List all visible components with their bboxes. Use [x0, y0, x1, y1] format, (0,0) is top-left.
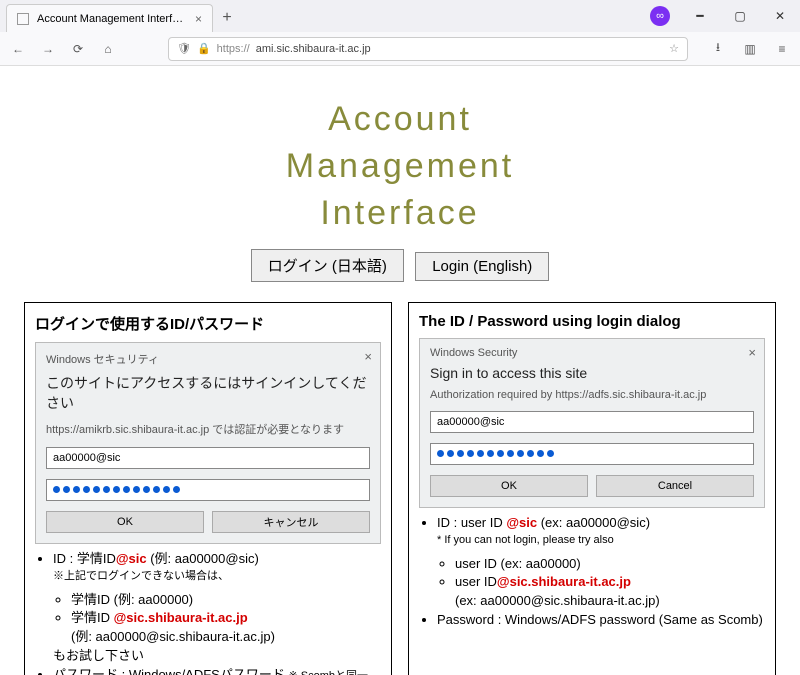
dialog-subtext: Authorization required by https://adfs.s… [430, 389, 754, 401]
url-host: ami.sic.shibaura-it.ac.jp [256, 43, 371, 55]
login-jp-button[interactable]: ログイン (日本語) [251, 249, 404, 282]
list-item: 学情ID @sic.shibaura-it.ac.jp(例: aa00000@s… [71, 609, 381, 647]
page-content: Account Management Interface ログイン (日本語) … [0, 66, 800, 675]
window-close-button[interactable]: ✕ [760, 0, 800, 32]
page-title: Account Management Interface [24, 96, 776, 237]
dialog-password-field[interactable] [430, 443, 754, 465]
library-icon[interactable]: ▥ [740, 39, 760, 59]
panel-title-jp: ログインで使用するID/パスワード [35, 313, 381, 334]
dialog-frame-title: Windows Security [430, 347, 754, 359]
dialog-close-icon[interactable]: × [364, 349, 372, 364]
reload-button[interactable]: ⟳ [68, 39, 88, 59]
list-item: user ID (ex: aa00000) [455, 555, 765, 574]
window-title-bar: Account Management Interface × + ∞ ━ ▢ ✕ [0, 0, 800, 32]
address-bar[interactable]: 🛡 🔒 https:// ami.sic.shibaura-it.ac.jp ☆ [168, 37, 688, 61]
window-minimize-button[interactable]: ━ [680, 0, 720, 32]
tab-favicon [17, 13, 29, 25]
dialog-heading: Sign in to access this site [430, 365, 754, 381]
login-info-panel-jp: ログインで使用するID/パスワード Windows セキュリティ × このサイト… [24, 302, 392, 675]
dialog-subtext: https://amikrb.sic.shibaura-it.ac.jp では認… [46, 421, 370, 437]
back-button[interactable]: ← [8, 39, 28, 59]
list-item: ID : 学情ID@sic (例: aa00000@sic) ※上記でログインで… [53, 550, 381, 666]
list-item: パスワード : Windows/ADFSパスワード ※ Scombと同一 [53, 666, 381, 675]
tab-close-icon[interactable]: × [195, 12, 202, 26]
browser-toolbar: ← → ⟳ ⌂ 🛡 🔒 https:// ami.sic.shibaura-it.… [0, 32, 800, 66]
save-icon[interactable]: ⭳ [708, 39, 728, 59]
list-item: 学情ID (例: aa00000) [71, 591, 381, 610]
hero-line-2: Management [24, 143, 776, 190]
dialog-cancel-button[interactable]: キャンセル [212, 511, 370, 533]
dialog-username-field[interactable]: aa00000@sic [430, 411, 754, 433]
bookmark-star-icon[interactable]: ☆ [669, 42, 679, 55]
tab-title: Account Management Interface [37, 13, 187, 25]
list-item: Password : Windows/ADFS password (Same a… [437, 611, 765, 630]
browser-tab[interactable]: Account Management Interface × [6, 4, 213, 32]
new-tab-button[interactable]: + [213, 4, 241, 32]
login-info-panel-en: The ID / Password using login dialog Win… [408, 302, 776, 675]
hero-line-1: Account [24, 96, 776, 143]
window-maximize-button[interactable]: ▢ [720, 0, 760, 32]
win-security-dialog-jp: Windows セキュリティ × このサイトにアクセスするにはサインインしてくだ… [35, 342, 381, 544]
home-button[interactable]: ⌂ [98, 39, 118, 59]
dialog-ok-button[interactable]: OK [46, 511, 204, 533]
dialog-frame-title: Windows セキュリティ [46, 351, 370, 367]
dialog-heading: このサイトにアクセスするにはサインインしてください [46, 373, 370, 413]
dialog-close-icon[interactable]: × [748, 345, 756, 360]
hero-line-3: Interface [24, 190, 776, 237]
lock-icon: 🔒 [197, 42, 211, 55]
dialog-ok-button[interactable]: OK [430, 475, 588, 497]
dialog-password-field[interactable] [46, 479, 370, 501]
extension-badge-icon[interactable]: ∞ [650, 6, 670, 26]
list-item: ID : user ID @sic (ex: aa00000@sic) * If… [437, 514, 765, 611]
login-en-button[interactable]: Login (English) [415, 252, 549, 281]
url-prefix: https:// [217, 43, 250, 55]
win-security-dialog-en: Windows Security × Sign in to access thi… [419, 338, 765, 508]
dialog-cancel-button[interactable]: Cancel [596, 475, 754, 497]
forward-button[interactable]: → [38, 39, 58, 59]
list-item: user ID@sic.shibaura-it.ac.jp(ex: aa0000… [455, 573, 765, 611]
menu-icon[interactable]: ≡ [772, 39, 792, 59]
shield-icon: 🛡 [177, 42, 191, 55]
panel-title-en: The ID / Password using login dialog [419, 313, 765, 330]
dialog-username-field[interactable]: aa00000@sic [46, 447, 370, 469]
